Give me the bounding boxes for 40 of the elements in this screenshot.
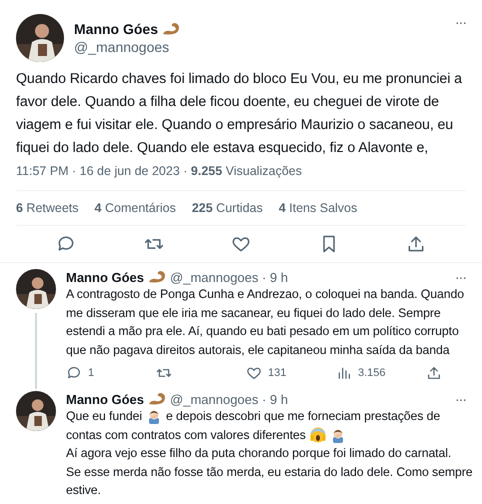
screaming-face-emoji-icon <box>310 426 326 443</box>
reply-text: contas com contratos com valores diferentes <box>66 426 306 444</box>
flexed-arm-icon <box>148 270 166 284</box>
reply-text: que não pagava direitos autorais, ele capitaneou minha saída da banda <box>66 342 450 358</box>
views-icon[interactable] <box>336 365 352 381</box>
user-handle[interactable]: @_mannogoes · 9 h <box>170 270 288 284</box>
reply-text: e depois descobri que me forneciam prestações de <box>166 408 440 425</box>
user-name[interactable]: Manno Góes <box>66 270 144 284</box>
avatar[interactable] <box>16 269 56 309</box>
flexed-arm-icon <box>162 22 180 36</box>
action-count: 3.156 <box>358 367 386 379</box>
user-name[interactable]: Manno Góes <box>74 21 158 37</box>
user-handle[interactable]: @_mannogoes · 9 h <box>170 392 288 406</box>
more-options-button[interactable]: ··· <box>455 14 466 30</box>
reply-icon[interactable] <box>66 365 82 381</box>
reply-text: Se esse merda não fosse tão merda, eu estaria do lado dele. Como sempre <box>66 464 472 480</box>
like-icon[interactable] <box>246 365 262 381</box>
reply-text: me disseram que ele iria me sacanear, eu fiquei do lado dele. Sempre <box>66 304 441 322</box>
avatar[interactable] <box>16 14 64 62</box>
stat-link[interactable]: 4 Comentários <box>94 201 176 215</box>
action-count: 1 <box>88 367 94 379</box>
reply-text: Que eu fundei <box>66 408 142 425</box>
stat-link[interactable]: 225 Curtidas <box>192 201 263 215</box>
tweet-timestamp: 11:57 PM · 16 de jun de 2023 · 9.255 Visualizações <box>16 164 303 178</box>
flexed-arm-icon <box>148 392 166 406</box>
user-name[interactable]: Manno Góes <box>66 392 144 406</box>
action-count: 131 <box>268 367 286 379</box>
more-options-button[interactable]: ··· <box>455 391 466 407</box>
share-icon[interactable] <box>426 365 442 381</box>
reply-text: A contragosto de Ponga Cunha e Andrezao, o coloquei na banda. Quando <box>66 286 464 303</box>
more-options-button[interactable]: ··· <box>455 269 466 285</box>
tweet-text: Quando Ricardo chaves foi limado do bloco Eu Vou, eu me pronunciei a favor dele. Quando a filha dele ficou doente, eu cheguei de virote de viagem e fui visitar ele. Quando o empresário Maurizio o sacaneou, eu fiquei do lado dele. Quando ele estava esquecido, fiz o Alavonte e, <box>16 70 463 158</box>
reply-text: estive. <box>66 482 101 499</box>
avatar[interactable] <box>16 391 56 431</box>
share-icon[interactable] <box>406 234 426 254</box>
stat-link[interactable]: 6 Retweets <box>16 201 79 215</box>
reply-text: estendi a mão pra ele. Aí, quando eu bati pesado em um político corrupto <box>66 323 459 340</box>
stat-link[interactable]: 4 Itens Salvos <box>278 201 358 215</box>
user-handle[interactable]: @_mannogoes <box>74 39 445 55</box>
reply-text: Aí agora vejo esse filho da puta chorando porque foi limado do carnatal. <box>66 445 452 462</box>
